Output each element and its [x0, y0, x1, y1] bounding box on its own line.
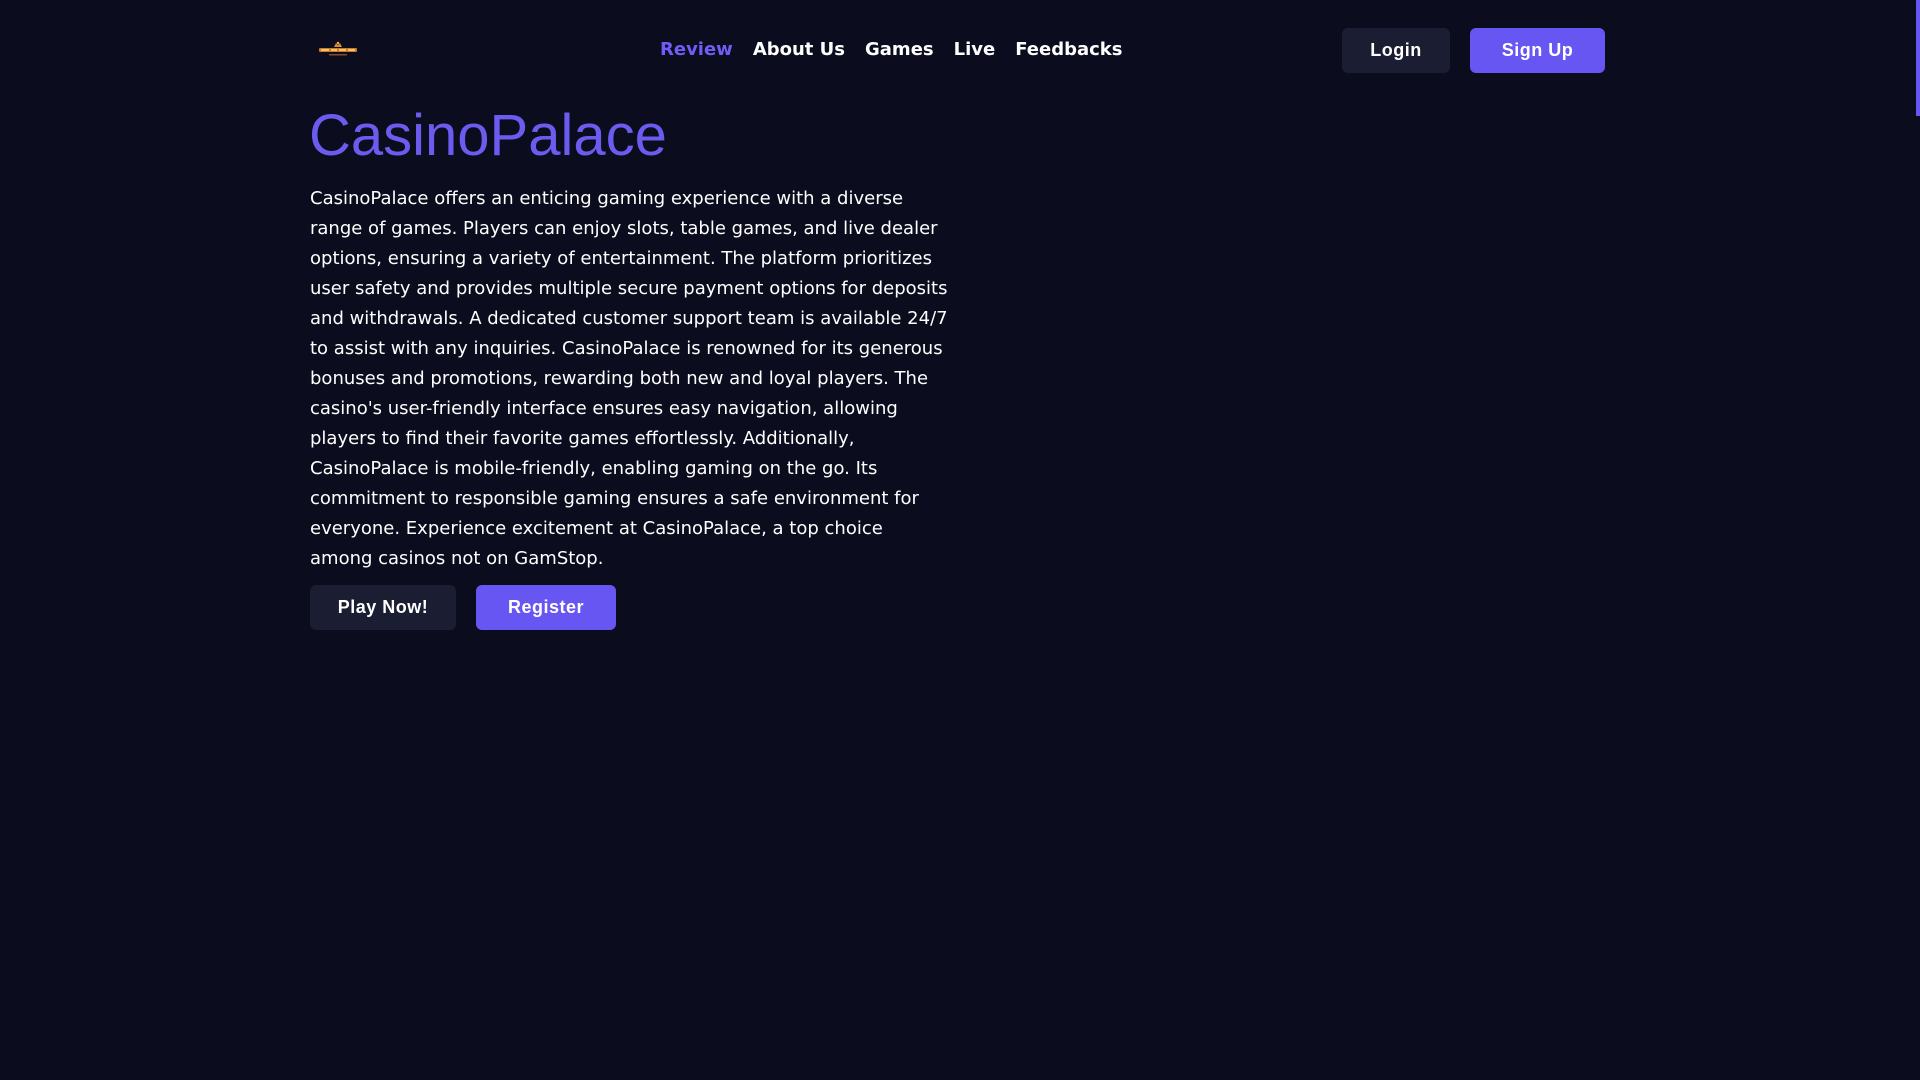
- scrollbar[interactable]: [1916, 0, 1920, 1080]
- scrollbar-thumb[interactable]: [1916, 0, 1920, 116]
- logo-icon: [319, 41, 357, 56]
- sign-up-button[interactable]: Sign Up: [1470, 28, 1605, 73]
- play-now-button[interactable]: Play Now!: [310, 585, 456, 630]
- main-nav: Review About Us Games Live Feedbacks: [660, 38, 1122, 62]
- nav-item-review[interactable]: Review: [660, 38, 733, 62]
- nav-item-feedbacks[interactable]: Feedbacks: [1015, 38, 1122, 62]
- nav-item-games[interactable]: Games: [865, 38, 934, 62]
- hero-description: CasinoPalace offers an enticing gaming e…: [310, 188, 948, 569]
- casinopalace-logo[interactable]: [315, 38, 361, 60]
- page-title: CasinoPalace: [309, 103, 667, 168]
- page: Review About Us Games Live Feedbacks Log…: [0, 0, 1916, 1080]
- nav-item-about-us[interactable]: About Us: [753, 38, 845, 62]
- nav-item-live[interactable]: Live: [954, 38, 996, 62]
- register-button[interactable]: Register: [476, 585, 616, 630]
- site-header: Review About Us Games Live Feedbacks Log…: [0, 0, 1916, 100]
- login-button[interactable]: Login: [1342, 28, 1450, 73]
